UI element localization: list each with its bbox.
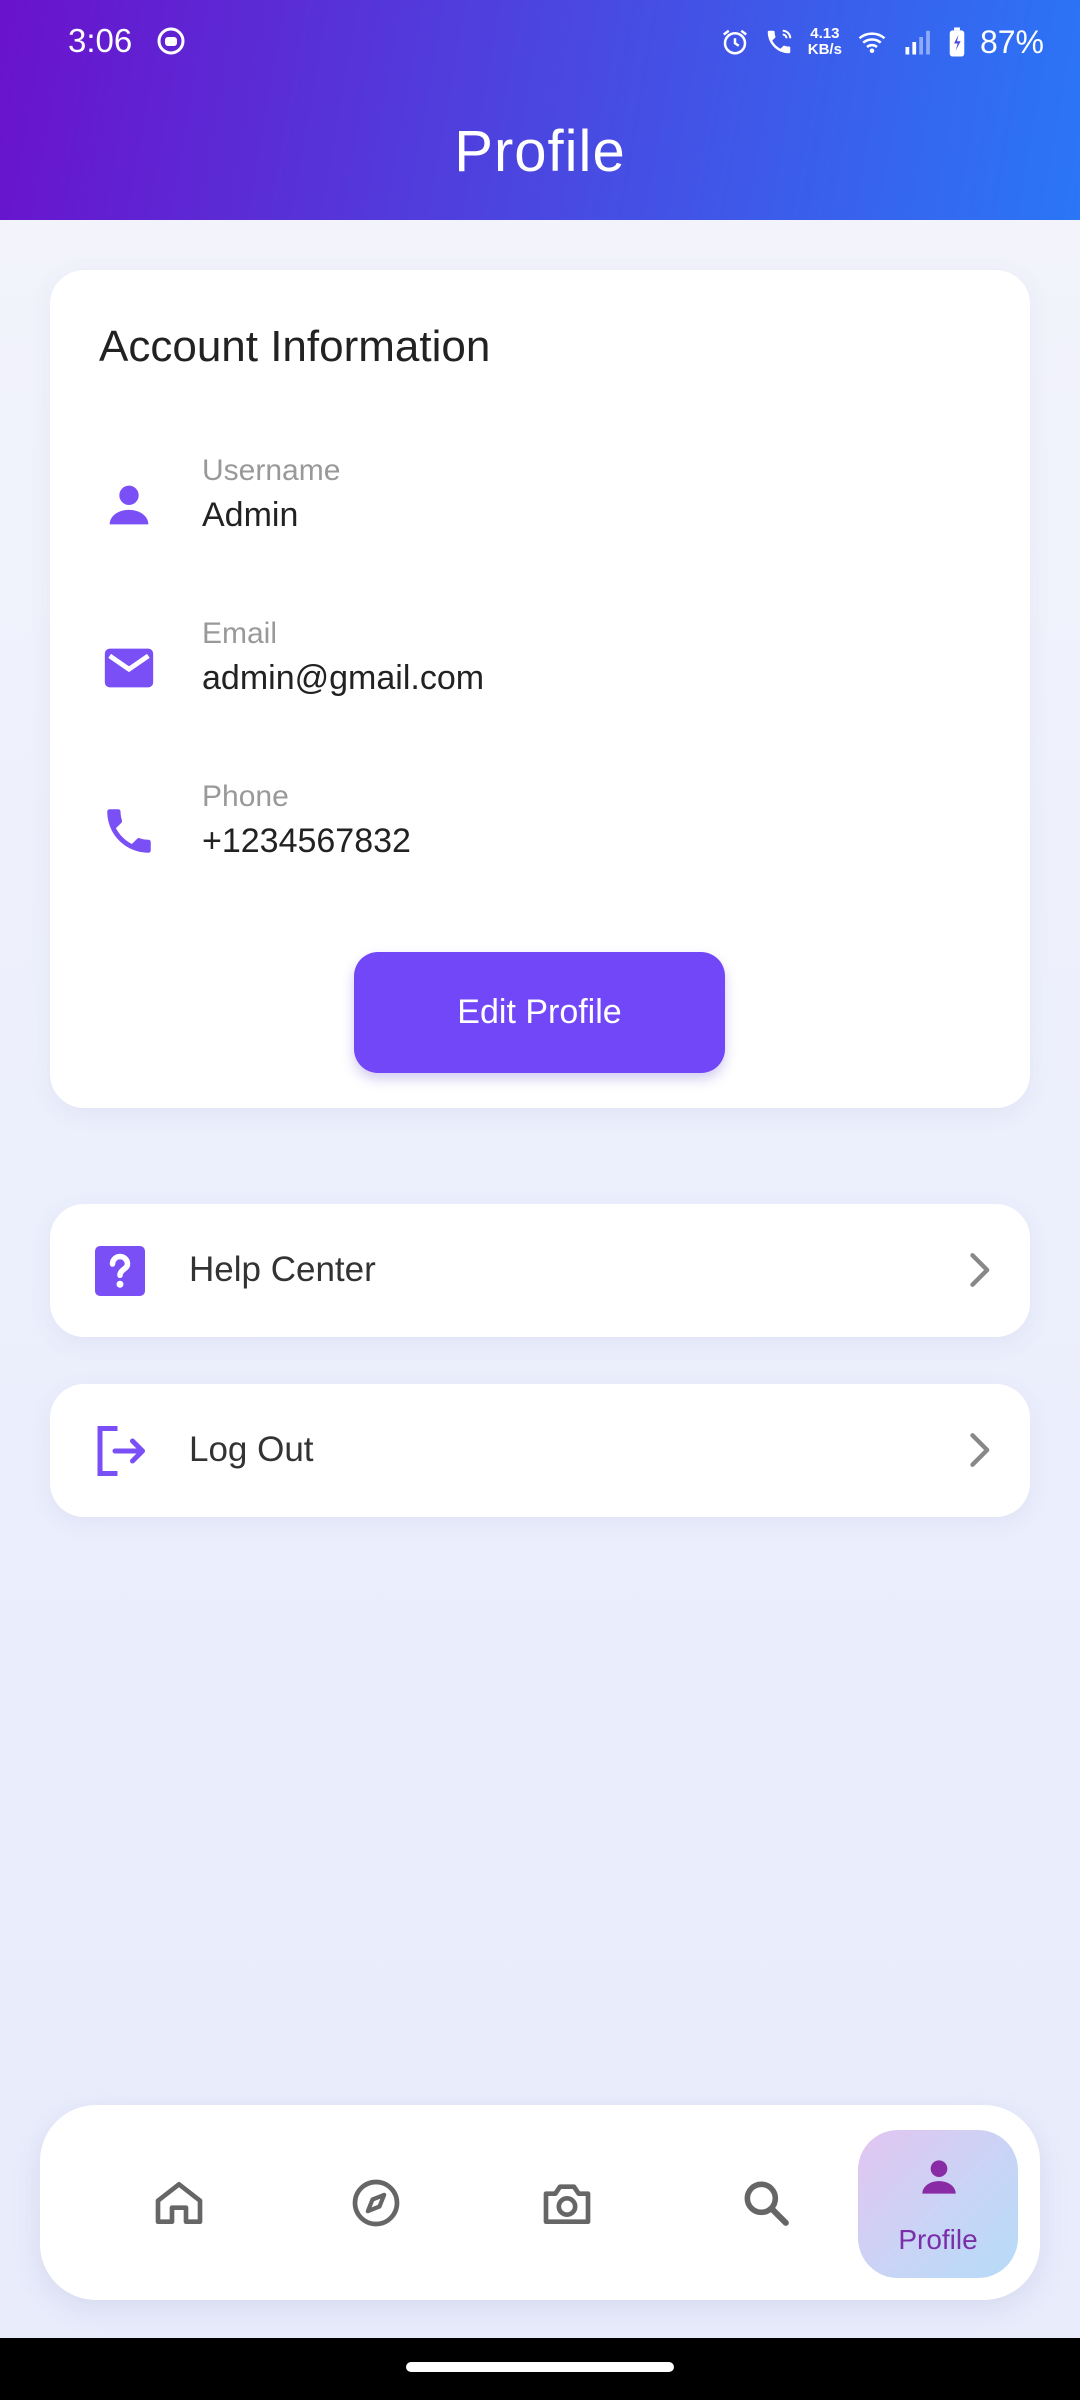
- status-icons: 4.13 KB/s 87%: [720, 20, 1044, 64]
- email-icon: [104, 648, 154, 688]
- profile-icon: [922, 2160, 956, 2194]
- alarm-icon: [722, 29, 747, 55]
- email-label: Email: [202, 617, 278, 650]
- log-out-label: Log Out: [189, 1430, 314, 1469]
- phone-row: Phone +1234567832: [50, 780, 1030, 900]
- help-icon: [95, 1246, 145, 1296]
- phone-icon: [107, 809, 151, 853]
- explore-icon: [352, 2179, 400, 2227]
- nav-camera[interactable]: [487, 2105, 647, 2300]
- wifi-call-icon: [767, 29, 792, 54]
- battery-level: 87%: [979, 23, 1044, 60]
- nav-explore[interactable]: [296, 2105, 456, 2300]
- help-center-item[interactable]: Help Center: [50, 1204, 1030, 1337]
- help-center-label: Help Center: [189, 1250, 376, 1289]
- person-icon: [109, 485, 149, 525]
- phone-label: Phone: [202, 780, 289, 813]
- nav-home[interactable]: [99, 2105, 259, 2300]
- wifi-icon: [858, 32, 886, 53]
- home-icon: [155, 2182, 203, 2224]
- email-value: admin@gmail.com: [202, 659, 485, 697]
- page-title: Profile: [454, 119, 626, 184]
- app-header: 3:06 4.13 KB/s 87% Profile: [0, 0, 1080, 220]
- bottom-navigation: Profile: [40, 2105, 1040, 2300]
- home-gesture-pill[interactable]: [406, 2362, 674, 2372]
- phone-value: +1234567832: [202, 822, 411, 860]
- email-row: Email admin@gmail.com: [50, 617, 1030, 737]
- username-value: Admin: [202, 496, 299, 534]
- nav-profile[interactable]: Profile: [858, 2130, 1018, 2278]
- app-notification-icon: [157, 27, 185, 55]
- nav-profile-label: Profile: [898, 2224, 978, 2255]
- account-info-title: Account Information: [99, 322, 491, 371]
- camera-icon: [543, 2184, 591, 2224]
- account-info-card: Account Information Username Admin Email…: [50, 270, 1030, 1108]
- username-row: Username Admin: [50, 454, 1030, 574]
- log-out-item[interactable]: Log Out: [50, 1384, 1030, 1517]
- logout-icon: [97, 1426, 145, 1476]
- username-label: Username: [202, 454, 341, 487]
- search-icon: [744, 2181, 789, 2226]
- status-bar: 3:06 4.13 KB/s 87%: [0, 0, 1080, 84]
- signal-icon: [905, 30, 930, 55]
- battery-charging-icon: [949, 27, 965, 57]
- nav-search[interactable]: [686, 2105, 846, 2300]
- chevron-right-icon: [970, 1253, 990, 1287]
- chevron-right-icon: [970, 1433, 990, 1467]
- network-speed: 4.13 KB/s: [807, 25, 842, 58]
- status-time: 3:06: [68, 22, 133, 59]
- edit-profile-button[interactable]: Edit Profile: [354, 952, 725, 1073]
